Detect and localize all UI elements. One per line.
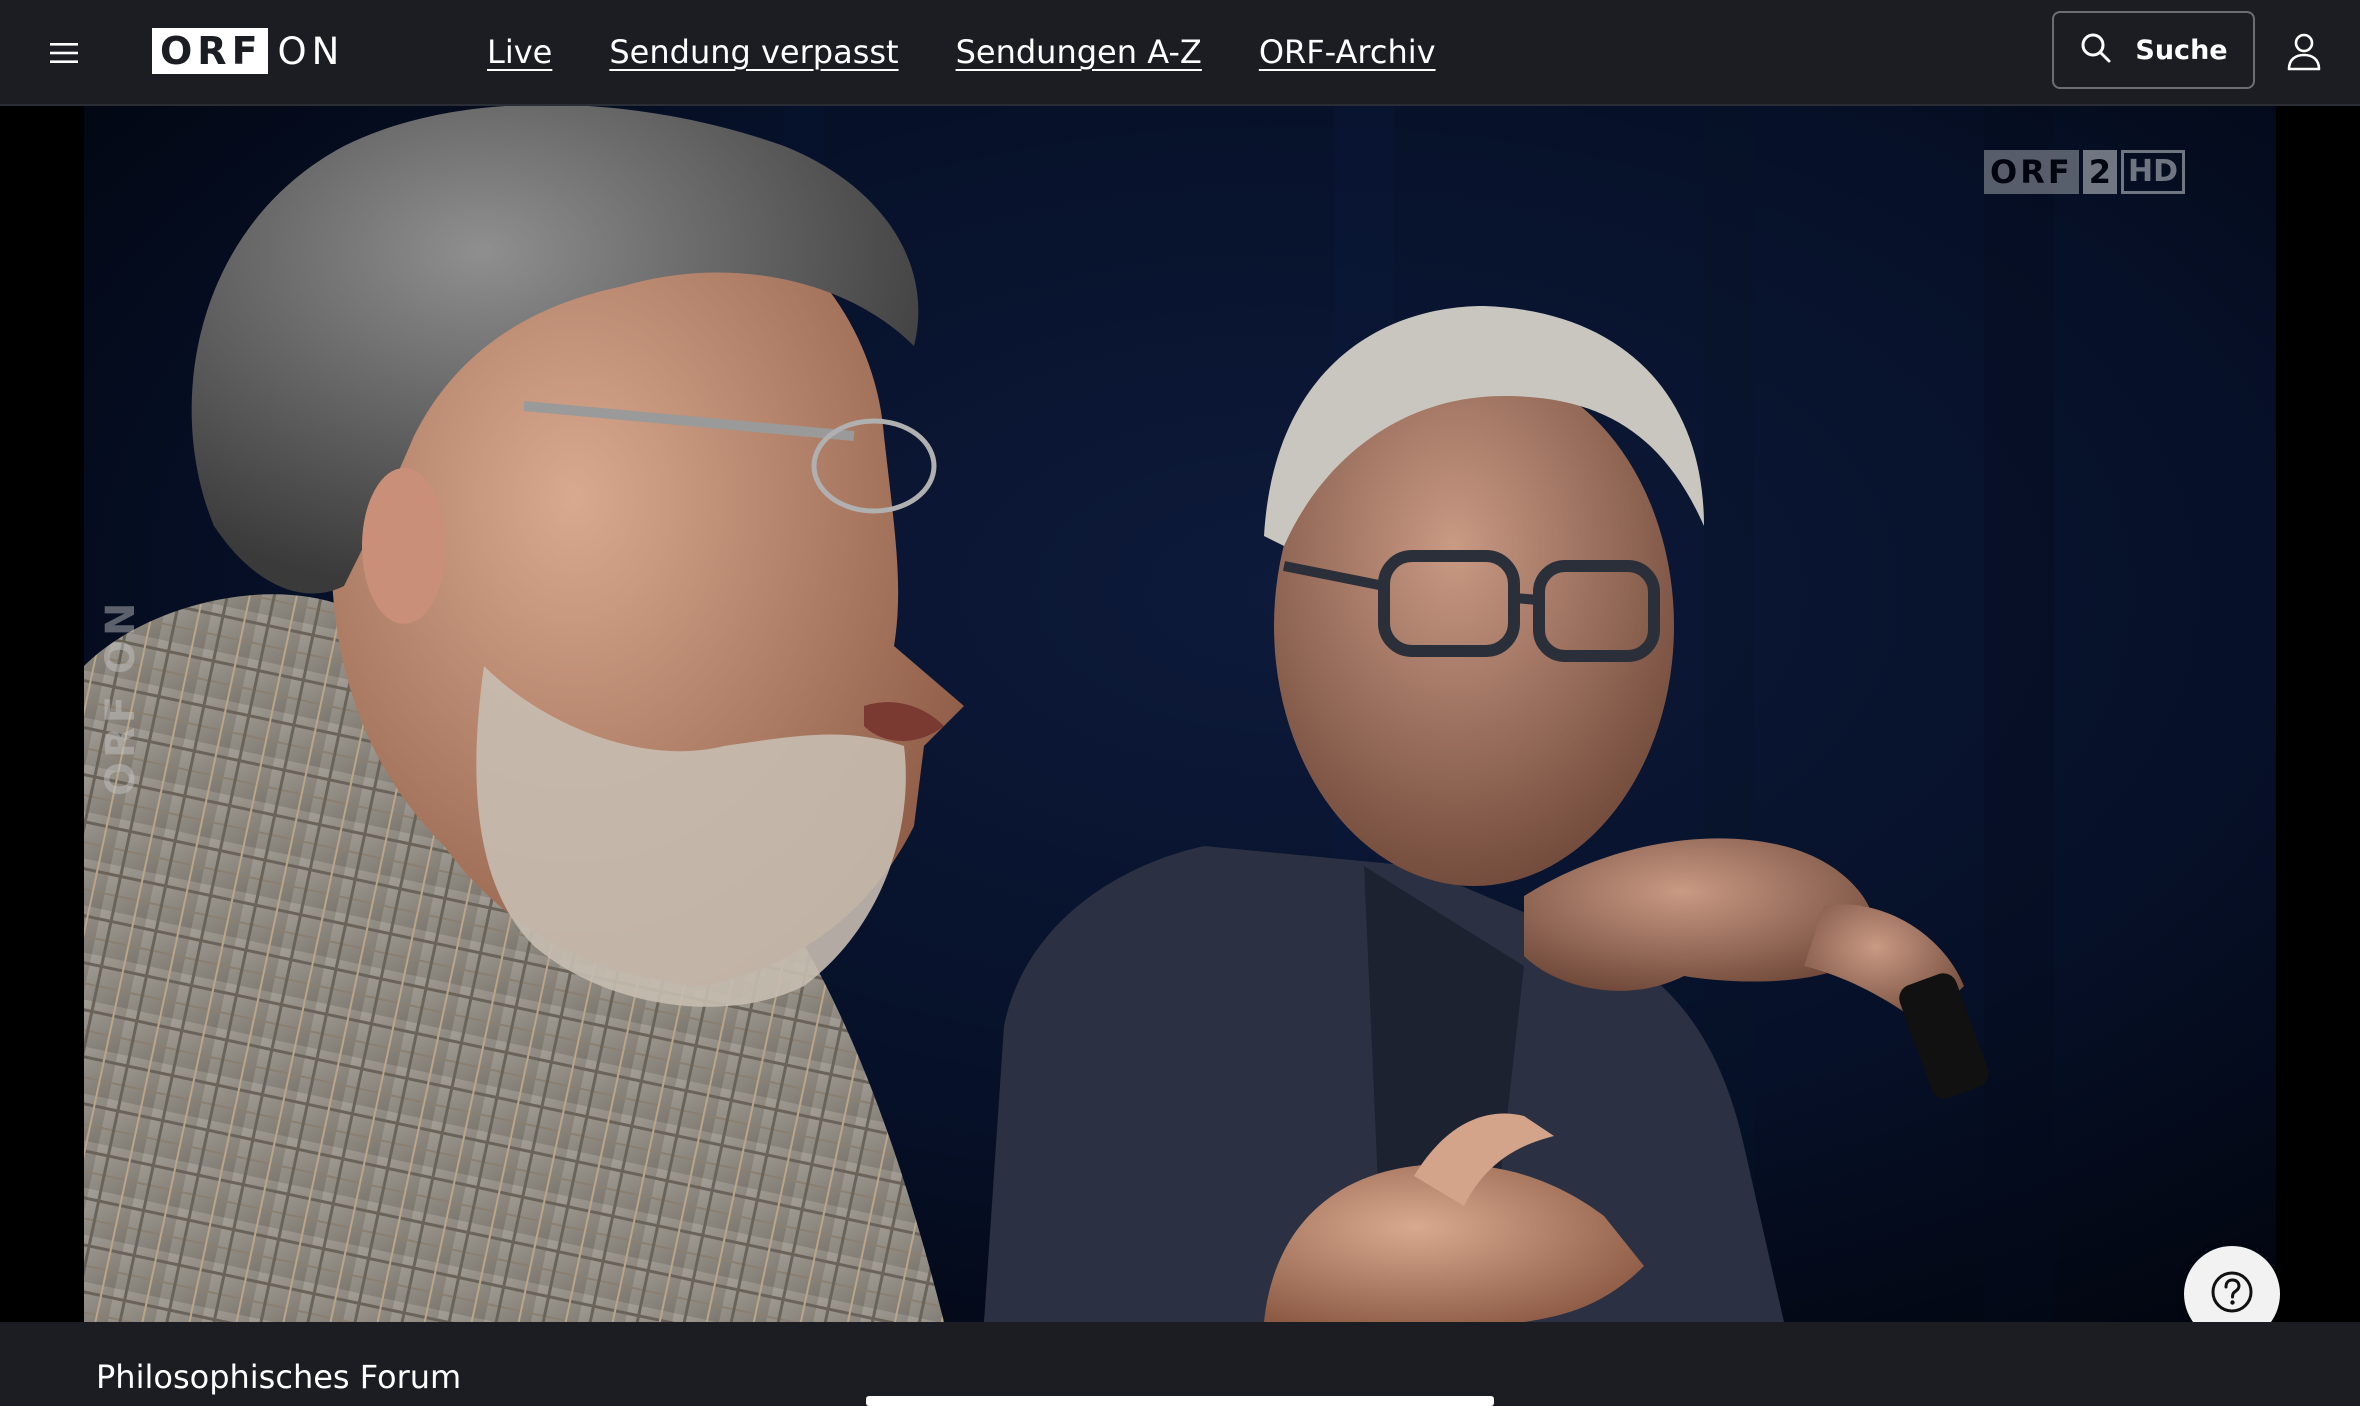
logo-on-text: ON [277,29,345,73]
video-still-image [84,106,2276,1322]
logo-orf-box: ORF [152,28,268,74]
hamburger-menu-icon[interactable] [46,38,82,68]
search-button-label: Suche [2135,34,2228,66]
nav-link-sendungen-a-z[interactable]: Sendungen A-Z [956,28,1202,76]
channel-logo-number: 2 [2082,150,2117,194]
nav-link-live[interactable]: Live [487,28,552,76]
channel-logo-brand: ORF [1984,150,2079,194]
scroll-indicator [866,1396,1494,1406]
search-button[interactable]: Suche [2052,11,2255,89]
nav-link-orf-archiv[interactable]: ORF-Archiv [1259,28,1436,76]
show-title: Philosophisches Forum [96,1358,462,1396]
search-icon [2079,31,2113,69]
channel-logo: ORF 2 HD [1984,150,2185,194]
video-frame[interactable] [84,106,2276,1322]
channel-logo-quality: HD [2120,150,2185,194]
help-question-icon [2209,1269,2255,1319]
main-navigation: Live Sendung verpasst Sendungen A-Z ORF-… [487,28,1436,76]
orf-on-logo[interactable]: ORF ON [152,28,344,74]
user-profile-icon[interactable] [2286,32,2322,72]
nav-link-sendung-verpasst[interactable]: Sendung verpasst [609,28,898,76]
video-player[interactable]: ORF ON ORF 2 HD [0,106,2360,1322]
episode-info: Philosophisches Forum [0,1322,2360,1406]
side-watermark: ORF ON [98,598,144,796]
top-navigation-bar: ORF ON Live Sendung verpasst Sendungen A… [0,0,2360,106]
